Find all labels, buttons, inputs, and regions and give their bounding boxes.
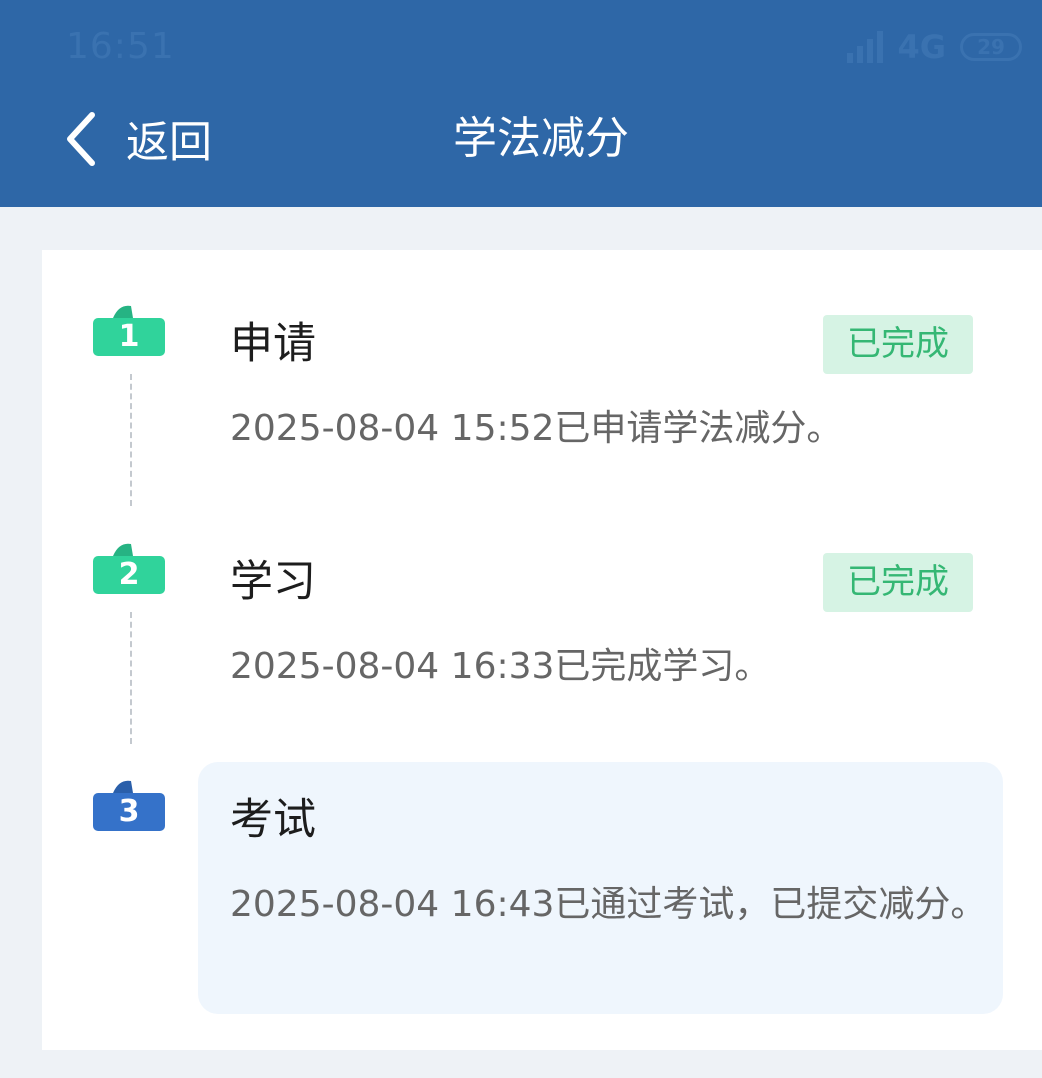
signal-icon <box>847 31 884 63</box>
status-time: 16:51 <box>66 26 175 67</box>
step-number: 3 <box>118 794 140 829</box>
back-label: 返回 <box>126 118 212 168</box>
status-badge: 已完成 <box>823 315 973 374</box>
step-2-badge: 2 <box>93 540 165 594</box>
status-indicators: 4G 29 <box>847 28 1022 66</box>
app-header: 16:51 4G 29 学法减分 返回 <box>0 0 1042 207</box>
progress-card: 1 申请 已完成 2025-08-04 15:52已申请学法减分。 2 学习 已… <box>42 250 1042 1050</box>
step-3-badge: 3 <box>93 777 165 831</box>
step-connector <box>130 374 132 506</box>
network-label: 4G <box>897 28 946 66</box>
step-description: 2025-08-04 16:43已通过考试，已提交减分。 <box>230 884 987 925</box>
step-number: 1 <box>118 319 140 354</box>
step-title: 学习 <box>230 557 316 607</box>
step-connector <box>130 612 132 744</box>
chevron-left-icon <box>67 112 95 166</box>
step-description: 2025-08-04 16:33已完成学习。 <box>230 646 771 687</box>
step-number: 2 <box>118 557 140 592</box>
step-title: 申请 <box>230 319 316 369</box>
back-button[interactable]: 返回 <box>64 108 212 170</box>
battery-level: 29 <box>977 35 1005 59</box>
step-title: 考试 <box>230 795 316 845</box>
status-badge: 已完成 <box>823 553 973 612</box>
step-description: 2025-08-04 15:52已申请学法减分。 <box>230 408 843 449</box>
battery-icon: 29 <box>960 33 1022 61</box>
step-1-badge: 1 <box>93 302 165 356</box>
